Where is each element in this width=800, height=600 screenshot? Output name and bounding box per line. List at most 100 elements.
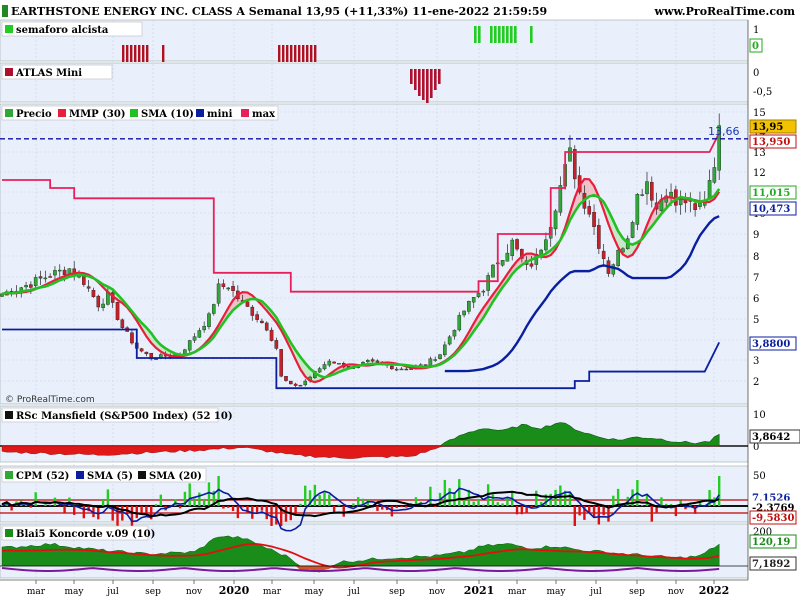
cpm-bar-6	[29, 506, 33, 508]
semaforo-green-bar-9	[530, 26, 533, 43]
xaxis-label-6: mar	[263, 587, 282, 597]
cpm-bar-50	[241, 506, 244, 508]
candle-body-11	[53, 270, 57, 276]
cpm-bar-61	[294, 506, 297, 515]
axis-price-7: 7	[753, 273, 759, 284]
candle-body-97	[467, 300, 471, 312]
semaforo-green-bar-8	[514, 26, 517, 43]
cpm-bar-46	[222, 506, 225, 509]
xaxis-label-8: jul	[347, 587, 360, 597]
badge-semaforo: 0	[752, 41, 759, 52]
axis-atlas-neg: -0,5	[753, 87, 772, 98]
semaforo-red-bar-2	[130, 45, 133, 62]
candle-body-127	[611, 264, 616, 275]
candle-body-41	[197, 330, 202, 338]
semaforo-red-bar-15	[306, 45, 309, 62]
candle-body-63	[303, 380, 308, 386]
axis-rsc-10: 10	[753, 410, 766, 421]
candle-body-101	[486, 275, 490, 291]
candle-body-125	[601, 250, 606, 259]
cpm-bar-22	[106, 489, 110, 506]
cpm-bar-32	[154, 504, 158, 506]
semaforo-red-bar-8	[278, 45, 281, 62]
cpm-bar-104	[501, 503, 504, 506]
cpm-bar-67	[323, 492, 326, 506]
xaxis-label-7: may	[305, 587, 325, 597]
xaxis-label-13: may	[547, 587, 567, 597]
candle-body-24	[115, 302, 120, 320]
rsc-legend: RSc Mansfield (S&P500 Index) (52 10)	[1, 407, 233, 423]
candle-body-90	[433, 359, 438, 361]
candle-body-27	[130, 332, 134, 344]
badge-konc-2: 7,1892	[752, 559, 790, 570]
semaforo-legend-label: semaforo alcista	[16, 25, 109, 36]
candle-body-57	[274, 340, 279, 349]
rsc-legend-label: RSc Mansfield (S&P500 Index) (52 10)	[16, 411, 233, 422]
cpm-bar-103	[496, 502, 499, 506]
candle-body-144	[693, 203, 697, 211]
candle-body-77	[370, 359, 375, 362]
cpm-bar-37	[178, 506, 182, 509]
atlas-bar-0	[410, 69, 413, 84]
candle-body-32	[154, 358, 158, 360]
xaxis-label-0: mar	[27, 587, 46, 597]
price-legend: Precio MMP (30) SMA (10) mini max	[1, 105, 279, 121]
candle-body-18	[86, 286, 91, 289]
cpm-bar-63	[304, 485, 307, 506]
candle-body-82	[394, 368, 399, 371]
cpm-bar-17	[82, 506, 86, 519]
candle-body-135	[650, 182, 654, 201]
semaforo-green-bar-2	[490, 26, 493, 43]
semaforo-green-bar-6	[506, 26, 509, 43]
semaforo-green-bar-3	[494, 26, 497, 43]
koncorde-swatch-icon	[5, 529, 13, 537]
xaxis-label-17: 2022	[699, 584, 730, 597]
candle-body-145	[698, 202, 702, 207]
cpm-bar-118	[568, 492, 572, 506]
axis-price-3: 3	[753, 356, 759, 367]
candle-body-45	[216, 283, 221, 304]
candle-body-40	[192, 336, 197, 341]
candle-body-131	[630, 222, 635, 238]
cpm-bar-96	[462, 499, 466, 506]
candle-body-8	[38, 276, 43, 279]
atlas-bar-6	[434, 69, 437, 90]
mini-swatch-icon	[196, 109, 204, 117]
cpm-bar-33	[159, 494, 163, 506]
badge-price-sma: 11,015	[752, 188, 790, 199]
site-url[interactable]: www.ProRealTime.com	[654, 5, 796, 18]
sma10-swatch-icon	[130, 109, 138, 117]
axis-price-2: 2	[753, 377, 759, 388]
xaxis-label-15: sep	[629, 587, 645, 597]
badge-rsc: 3,8642	[752, 432, 790, 443]
cpm-bar-73	[352, 503, 355, 506]
candle-body-104	[500, 260, 505, 266]
semaforo-red-bar-4	[138, 45, 141, 62]
legend-precio: Precio	[16, 109, 52, 120]
koncorde-legend-label: Blai5 Koncorde v.09 (10)	[16, 529, 155, 540]
candle-body-21	[101, 303, 105, 308]
axis-price-8: 8	[753, 252, 759, 263]
precio-swatch-icon	[5, 109, 13, 117]
candle-body-19	[91, 290, 96, 297]
candle-body-85	[409, 368, 413, 371]
candle-body-48	[231, 286, 235, 291]
semaforo-green-bar-1	[478, 26, 481, 43]
cpm-bar-41	[198, 492, 201, 506]
cpm-bar-127	[612, 495, 615, 506]
semaforo-red-bar-12	[294, 45, 297, 62]
cpm-bar-71	[342, 506, 345, 517]
cpm-bar-59	[284, 506, 288, 522]
candle-body-42	[202, 325, 206, 331]
sma20-swatch-icon	[138, 471, 146, 479]
cpm-bar-51	[246, 506, 249, 514]
logo-icon	[2, 5, 8, 17]
semaforo-red-bar-9	[282, 45, 285, 62]
legend-sma10: SMA (10)	[141, 109, 194, 120]
candle-body-7	[33, 277, 38, 287]
axis-atlas-0: 0	[753, 68, 759, 79]
candle-body-66	[317, 368, 322, 373]
candle-body-17	[82, 276, 86, 285]
candle-body-68	[327, 360, 332, 366]
cpm-bar-70	[337, 504, 341, 506]
